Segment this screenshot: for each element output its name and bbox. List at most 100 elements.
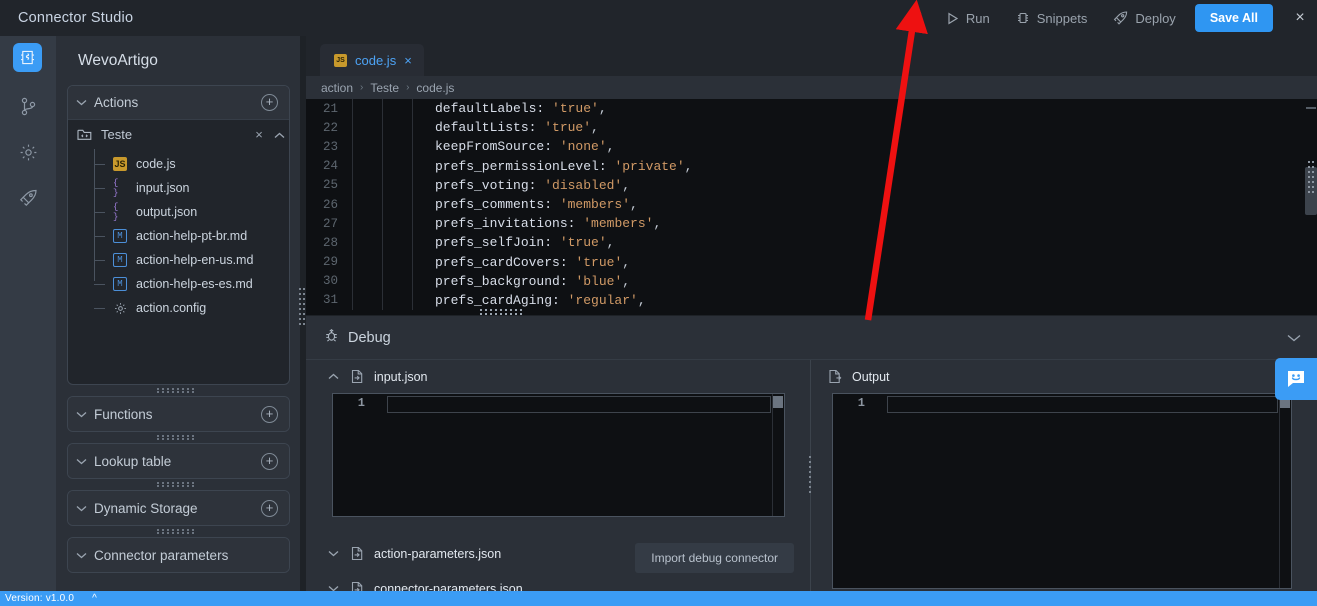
chat-widget-button[interactable] (1275, 358, 1317, 400)
file-label: action-help-es-es.md (136, 277, 253, 291)
editor-resize-grip[interactable] (1308, 161, 1317, 207)
code-string: 'private' (614, 159, 684, 174)
fold-gutter (352, 214, 382, 233)
debug-row-input-json[interactable]: input.json (306, 360, 810, 393)
add-function-button[interactable]: + (261, 406, 278, 423)
resize-handle-dynamic-storage[interactable] (56, 526, 300, 537)
file-label: input.json (136, 181, 190, 195)
code-string: 'regular' (568, 293, 638, 308)
sidebar-item-settings[interactable] (0, 129, 56, 175)
code-line: 26 prefs_comments: 'members', (306, 195, 1317, 214)
panel-actions: Actions + Teste × (67, 85, 290, 385)
add-dynamic-storage-button[interactable]: + (261, 500, 278, 517)
code-punct: , (685, 159, 693, 174)
code-editor[interactable]: 21 defaultLabels: 'true', 22 defaultList… (306, 99, 1317, 315)
indent-gutter (382, 253, 412, 272)
file-label: output.json (136, 205, 197, 219)
add-action-button[interactable]: + (261, 94, 278, 111)
chevron-down-icon[interactable] (328, 550, 350, 557)
sidebar-item-source-control[interactable] (0, 83, 56, 129)
connector-logo-icon[interactable] (13, 43, 42, 72)
fold-gutter (352, 118, 382, 137)
breadcrumb-item-teste[interactable]: Teste (370, 81, 399, 95)
snippets-button[interactable]: Snippets (1003, 0, 1101, 36)
project-title: WevoArtigo (78, 52, 158, 70)
resize-handle-lookup[interactable] (56, 479, 300, 490)
panel-connector-parameters-header[interactable]: Connector parameters (68, 538, 289, 572)
scrollbar-thumb[interactable] (773, 396, 783, 408)
active-line-box (887, 396, 1278, 413)
list-item[interactable]: M action-help-es-es.md (94, 272, 289, 296)
panel-connector-parameters: Connector parameters (67, 537, 290, 573)
clipboard-icon (909, 10, 923, 26)
editor-scrollbar[interactable] (1305, 99, 1317, 315)
indent-gutter (382, 272, 412, 291)
active-line-box (387, 396, 771, 413)
close-action-button[interactable]: × (249, 127, 269, 142)
import-debug-connector-button[interactable]: Import debug connector (635, 543, 794, 573)
list-item[interactable]: { } output.json (94, 200, 289, 224)
fold-gutter (352, 272, 382, 291)
code-key: prefs_invitations: (435, 216, 583, 231)
resize-handle-debug[interactable] (480, 309, 526, 316)
code-string: 'members' (583, 216, 653, 231)
file-label: code.js (136, 157, 176, 171)
tree-tick (94, 260, 105, 261)
json-file-icon: { } (113, 205, 127, 219)
output-editor[interactable]: 1 (832, 393, 1292, 589)
run-button[interactable]: Run (934, 0, 1003, 36)
debug-inputs: input.json 1 (306, 360, 810, 593)
tree-root-label: Teste (101, 127, 249, 142)
file-label: action-help-en-us.md (136, 253, 253, 267)
chevron-up-icon[interactable] (328, 373, 350, 380)
line-number: 25 (306, 178, 352, 192)
panel-lookup-table-header[interactable]: Lookup table + (68, 444, 289, 478)
sidebar-item-deploy[interactable] (0, 175, 56, 221)
clipboard-button[interactable] (898, 0, 934, 36)
indent-gutter (382, 291, 412, 310)
status-expand-button[interactable]: ^ (92, 593, 97, 604)
chat-smiley-icon (1284, 367, 1308, 391)
markdown-file-icon: M (113, 253, 127, 267)
file-label: action-help-pt-br.md (136, 229, 247, 243)
code-key: defaultLabels: (435, 101, 552, 116)
code-text: prefs_permissionLevel: 'private', (412, 157, 692, 176)
list-item[interactable]: M action-help-en-us.md (94, 248, 289, 272)
resize-handle-actions[interactable] (56, 385, 300, 396)
debug-row-label: action-parameters.json (374, 547, 501, 561)
deploy-button[interactable]: Deploy (1100, 0, 1188, 36)
list-item[interactable]: M action-help-pt-br.md (94, 224, 289, 248)
output-scrollbar[interactable] (1279, 394, 1291, 588)
grip-dots-icon (157, 435, 199, 440)
close-icon[interactable]: × (404, 53, 412, 68)
resize-handle-sidebar[interactable] (299, 288, 306, 330)
code-key: defaultLists: (435, 120, 544, 135)
list-item[interactable]: { } input.json (94, 176, 289, 200)
chevron-right-icon: › (360, 82, 363, 93)
chevron-down-icon[interactable] (1287, 329, 1301, 347)
panel-dynamic-storage-header[interactable]: Dynamic Storage + (68, 491, 289, 525)
line-number: 31 (306, 293, 352, 307)
breadcrumb-item-file[interactable]: code.js (416, 81, 454, 95)
close-window-button[interactable]: × (1283, 0, 1317, 36)
version-label: Version: v1.0.0 (5, 593, 74, 604)
list-item[interactable]: JS code.js (94, 152, 289, 176)
fold-gutter (352, 253, 382, 272)
tree-root-teste[interactable]: Teste × (68, 120, 289, 149)
panel-functions-header[interactable]: Functions + (68, 397, 289, 431)
list-item[interactable]: action.config (94, 296, 289, 320)
panel-actions-header[interactable]: Actions + (68, 86, 289, 120)
add-lookup-table-button[interactable]: + (261, 453, 278, 470)
input-json-editor[interactable]: 1 (332, 393, 785, 517)
tab-code-js[interactable]: JS code.js × (320, 44, 424, 76)
input-scrollbar[interactable] (772, 394, 784, 516)
resize-handle-functions[interactable] (56, 432, 300, 443)
line-number: 28 (306, 236, 352, 250)
resize-handle-debug-split[interactable] (807, 456, 814, 496)
collapse-action-button[interactable] (269, 127, 289, 142)
panel-actions-label: Actions (94, 95, 261, 110)
app-title: Connector Studio (18, 10, 133, 26)
breadcrumb-item-action[interactable]: action (321, 81, 353, 95)
save-all-button[interactable]: Save All (1195, 4, 1273, 32)
play-icon (947, 12, 959, 25)
